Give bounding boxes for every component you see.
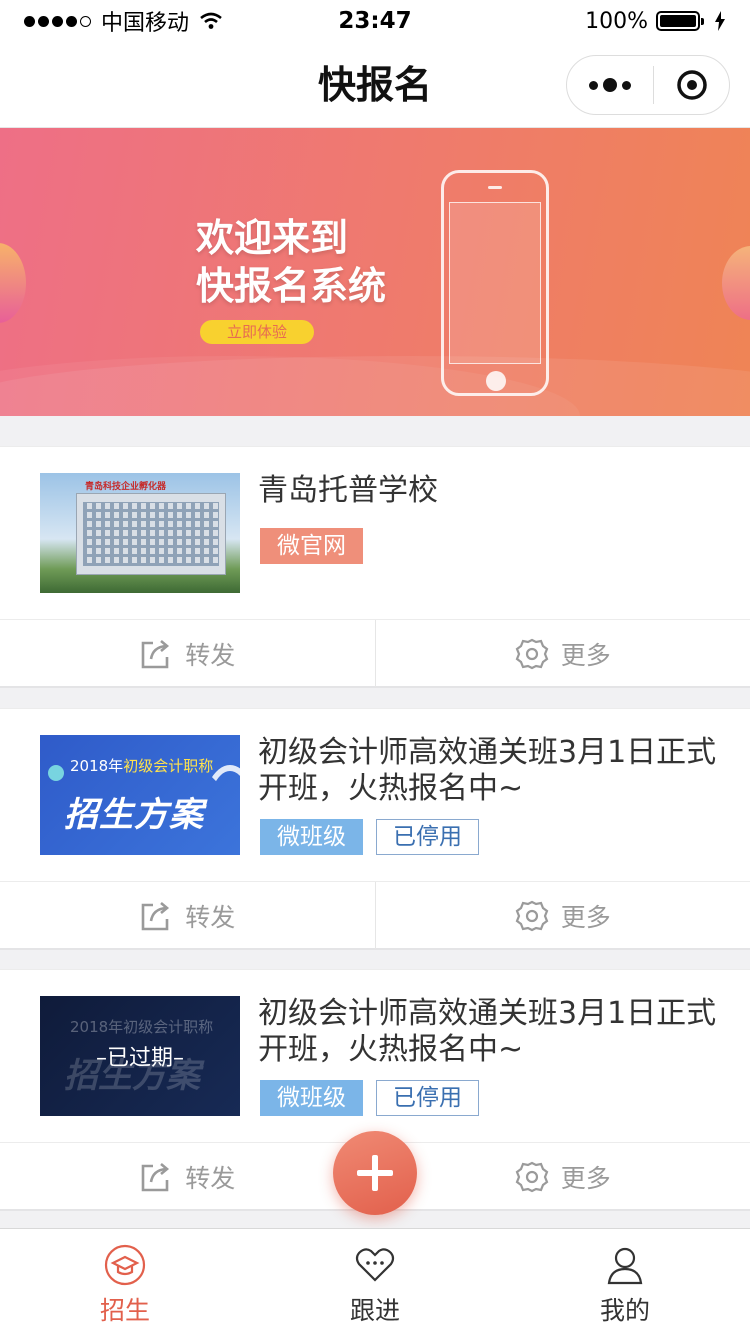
card-thumbnail: 2018年初级会计职称 招生方案 –已过期– [40, 996, 240, 1116]
tag-badge[interactable]: 微官网 [260, 528, 363, 564]
card-tags: 微班级 已停用 [260, 1080, 479, 1116]
card-title: 初级会计师高效通关班3月1日正式开班，火热报名中~ [258, 735, 717, 806]
banner-deco-right [722, 246, 750, 320]
status-right: 100% [446, 9, 726, 34]
more-dots-icon[interactable] [567, 56, 653, 114]
battery-percent: 100% [585, 8, 648, 34]
card-thumbnail: 青岛科技企业孵化器 [40, 473, 240, 593]
share-label: 转发 [185, 1163, 236, 1193]
card-actions: 转发 更多 [0, 881, 750, 949]
card-tags: 微班级 已停用 [260, 819, 479, 855]
share-button[interactable]: 转发 [0, 882, 376, 949]
status-left: 中国移动 [24, 5, 304, 37]
tag-badge[interactable]: 微班级 [260, 1080, 363, 1116]
hero-banner[interactable]: 欢迎来到 快报名系统 立即体验 [0, 128, 750, 416]
expired-label: –已过期– [95, 1046, 184, 1071]
signal-strength-icon [24, 15, 91, 27]
gear-icon [515, 638, 549, 669]
share-button[interactable]: 转发 [0, 1143, 376, 1210]
banner-headline: 欢迎来到 快报名系统 [196, 214, 386, 310]
tab-profile[interactable]: 我的 [500, 1229, 750, 1334]
tab-label: 我的 [599, 1296, 650, 1325]
status-badge[interactable]: 已停用 [376, 1080, 479, 1116]
list-item[interactable]: 青岛科技企业孵化器 青岛托普学校 微官网 转发 更多 [0, 446, 750, 688]
thumbnail-headline: 招生方案 [64, 795, 204, 835]
card-thumbnail: 2018年初级会计职称 招生方案 [40, 735, 240, 855]
share-icon [141, 1162, 170, 1191]
graduation-cap-icon [104, 1244, 146, 1286]
wifi-icon [200, 12, 222, 29]
heart-chat-icon [355, 1248, 395, 1282]
add-button[interactable] [333, 1131, 417, 1215]
list-item[interactable]: 2018年初级会计职称 招生方案 初级会计师高效通关班3月1日正式开班，火热报名… [0, 708, 750, 950]
target-close-icon[interactable] [654, 68, 729, 102]
card-actions: 转发 更多 [0, 619, 750, 687]
share-button[interactable]: 转发 [0, 620, 376, 687]
more-button[interactable]: 更多 [376, 882, 750, 949]
tag-badge[interactable]: 微班级 [260, 819, 363, 855]
more-label: 更多 [560, 640, 611, 670]
status-bar: 中国移动 23:47 100% [0, 0, 750, 42]
battery-icon [656, 11, 704, 31]
gear-icon [515, 1161, 549, 1192]
phone-illustration-icon [441, 170, 549, 396]
card-tags: 微官网 [260, 528, 363, 564]
status-time: 23:47 [338, 8, 412, 34]
thumbnail-year: 2018年初级会计职称 [70, 1018, 214, 1036]
tab-followup[interactable]: 跟进 [250, 1229, 500, 1334]
carrier-name: 中国移动 [101, 11, 190, 36]
nav-bar: 快报名 [0, 42, 750, 128]
more-label: 更多 [560, 1163, 611, 1193]
tab-label: 招生 [99, 1296, 150, 1325]
tab-bar: 招生 跟进 我的 [0, 1228, 750, 1334]
mini-program-capsule [566, 55, 730, 115]
more-label: 更多 [560, 902, 611, 932]
tab-enrollment[interactable]: 招生 [0, 1229, 250, 1334]
card-title: 初级会计师高效通关班3月1日正式开班，火热报名中~ [258, 996, 717, 1067]
banner-deco-left [0, 243, 26, 323]
status-badge[interactable]: 已停用 [376, 819, 479, 855]
gear-icon [515, 900, 549, 931]
thumbnail-year: 2018年初级会计职称 [70, 757, 214, 775]
banner-line1: 欢迎来到 [196, 216, 349, 260]
share-label: 转发 [185, 640, 236, 670]
banner-line2: 快报名系统 [196, 264, 387, 308]
more-button[interactable]: 更多 [376, 1143, 750, 1210]
banner-cta-button[interactable]: 立即体验 [200, 320, 314, 344]
user-icon [607, 1247, 643, 1285]
tab-label: 跟进 [349, 1296, 400, 1325]
thumbnail-sign: 青岛科技企业孵化器 [85, 482, 167, 492]
plus-icon [357, 1155, 393, 1191]
share-label: 转发 [185, 902, 236, 932]
card-title: 青岛托普学校 [258, 473, 438, 508]
more-button[interactable]: 更多 [376, 620, 750, 687]
charging-bolt-icon [715, 11, 725, 31]
share-icon [141, 639, 170, 668]
share-icon [141, 901, 170, 930]
